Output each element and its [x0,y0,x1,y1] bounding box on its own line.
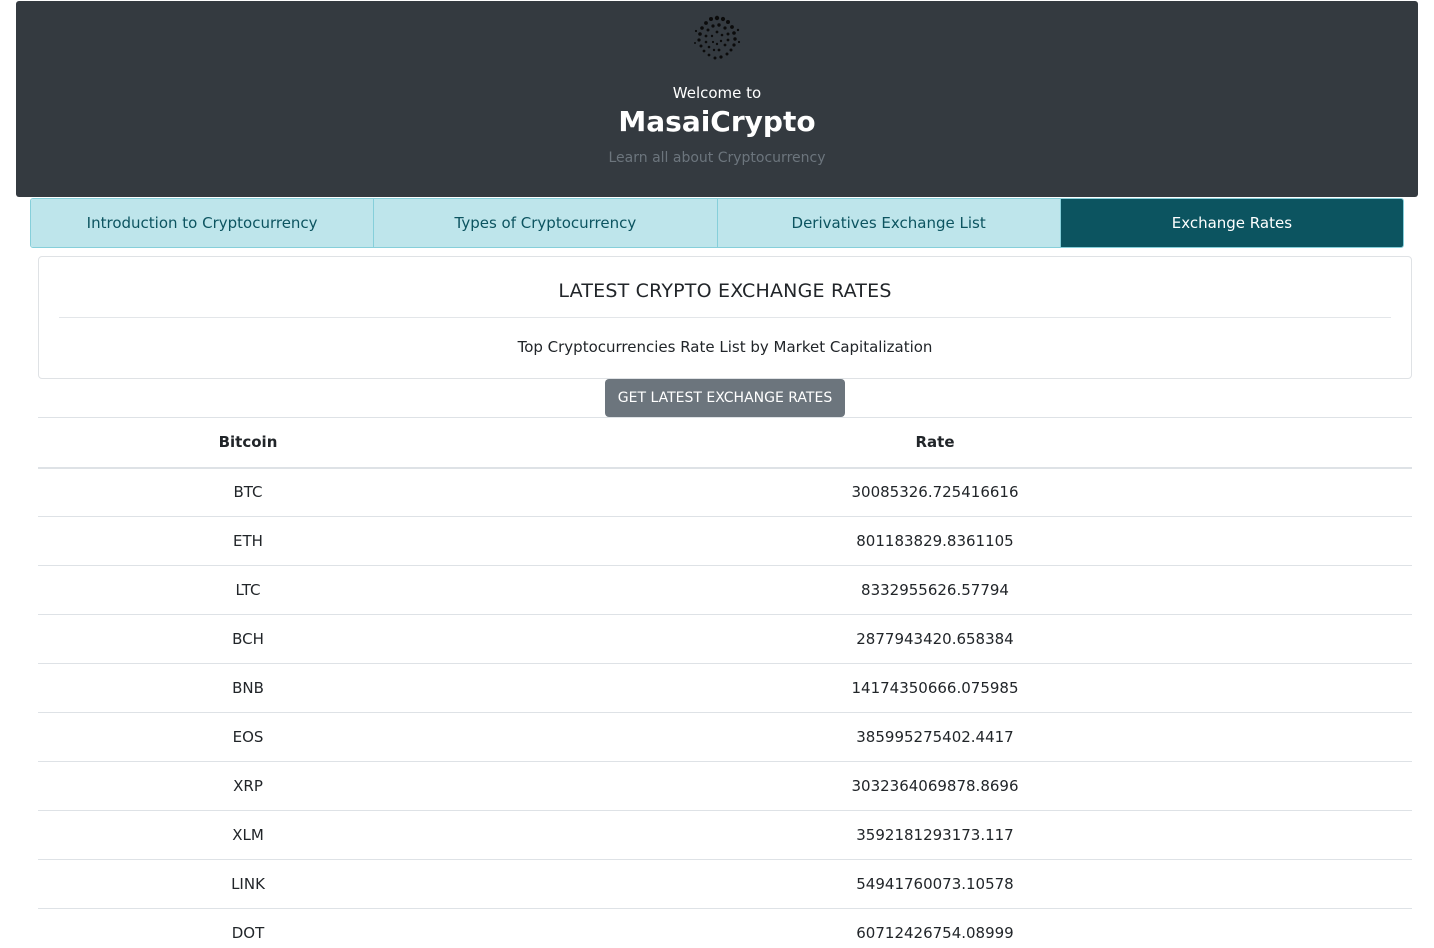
coin-symbol-cell: DOT [38,908,458,948]
table-row: LTC 8332955626.57794 [38,565,1412,615]
coin-symbol-cell: LINK [38,859,458,909]
rate-cell: 54941760073.10578 [458,859,1412,909]
coin-symbol-cell: LTC [38,565,458,615]
table-row: ETH 801183829.8361105 [38,516,1412,566]
column-header-rate: Rate [458,417,1412,469]
iota-logo-icon [694,15,741,60]
rate-cell: 801183829.8361105 [458,516,1412,566]
table-body: BTC 30085326.725416616 ETH 801183829.836110… [38,467,1412,948]
table-row: BTC 30085326.725416616 [38,467,1412,517]
column-header-coin: Bitcoin [38,417,458,469]
tab-introduction[interactable]: Introduction to Cryptocurrency [31,199,375,247]
coin-symbol-cell: EOS [38,712,458,762]
site-header: Welcome to MasaiCrypto Learn all about C… [16,1,1418,197]
table-row: BNB 14174350666.075985 [38,663,1412,713]
card-divider [59,317,1391,318]
exchange-rates-table: Bitcoin Rate BTC 30085326.725416616 ETH 801… [38,417,1412,948]
table-row: XRP 3032364069878.8696 [38,761,1412,811]
rate-cell: 3032364069878.8696 [458,761,1412,811]
section-tabs: Introduction to Cryptocurrency Types of … [30,198,1404,248]
rate-cell: 2877943420.658384 [458,614,1412,664]
rate-cell: 30085326.725416616 [458,467,1412,517]
card-subtitle: Top Cryptocurrencies Rate List by Market… [517,338,933,356]
table-row: BCH 2877943420.658384 [38,614,1412,664]
site-title: MasaiCrypto [618,105,816,138]
tab-derivatives-exchange-list[interactable]: Derivatives Exchange List [717,199,1061,247]
page: Welcome to MasaiCrypto Learn all about C… [0,0,1434,948]
table-header-row: Bitcoin Rate [38,417,1412,469]
site-tagline: Learn all about Cryptocurrency [608,150,826,166]
welcome-text: Welcome to [672,84,762,102]
tab-exchange-rates[interactable]: Exchange Rates [1060,199,1403,247]
coin-symbol-cell: ETH [38,516,458,566]
rate-cell: 3592181293173.117 [458,810,1412,860]
rate-cell: 14174350666.075985 [458,663,1412,713]
rates-info-card: LATEST CRYPTO EXCHANGE RATES Top Cryptoc… [38,256,1412,379]
table-row: EOS 385995275402.4417 [38,712,1412,762]
rate-cell: 385995275402.4417 [458,712,1412,762]
coin-symbol-cell: XRP [38,761,458,811]
tab-types[interactable]: Types of Cryptocurrency [374,199,718,247]
rate-cell: 60712426754.08999 [458,908,1412,948]
table-row: XLM 3592181293173.117 [38,810,1412,860]
rate-cell: 8332955626.57794 [458,565,1412,615]
get-latest-rates-button[interactable]: GET LATEST EXCHANGE RATES [605,379,845,417]
coin-symbol-cell: BNB [38,663,458,713]
coin-symbol-cell: BCH [38,614,458,664]
card-title: LATEST CRYPTO EXCHANGE RATES [558,280,892,302]
coin-symbol-cell: BTC [38,467,458,517]
table-row: DOT 60712426754.08999 [38,908,1412,948]
table-row: LINK 54941760073.10578 [38,859,1412,909]
coin-symbol-cell: XLM [38,810,458,860]
